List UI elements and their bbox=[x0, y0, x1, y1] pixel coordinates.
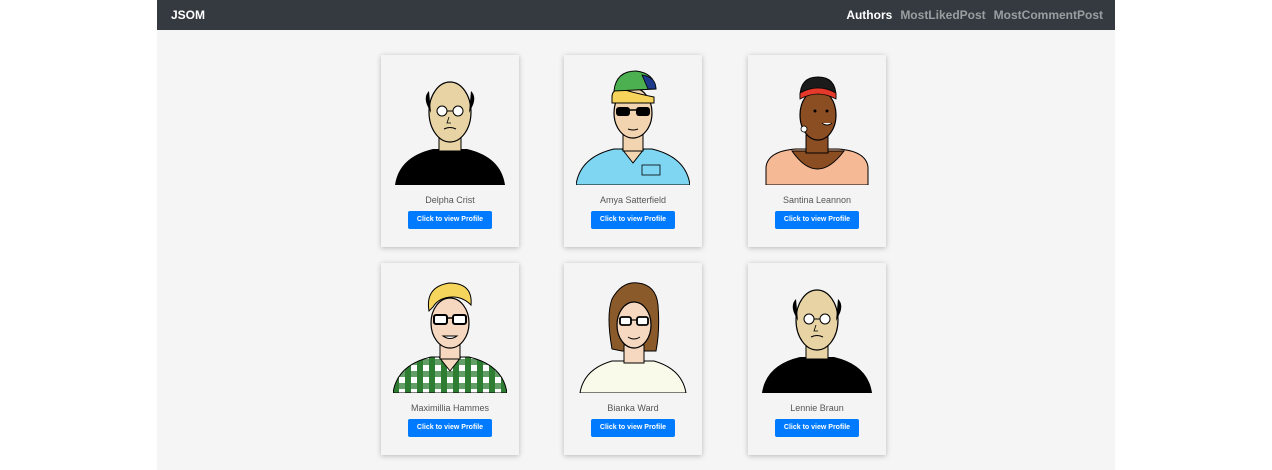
view-profile-button[interactable]: Click to view Profile bbox=[408, 211, 492, 229]
nav-link-most-liked-post[interactable]: MostLikedPost bbox=[900, 8, 985, 22]
app-container: JSOM Authors MostLikedPost MostCommentPo… bbox=[157, 0, 1115, 470]
author-card: Bianka Ward Click to view Profile bbox=[564, 263, 702, 455]
bald-man-glasses-black-turtleneck-icon bbox=[395, 81, 505, 185]
author-name: Delpha Crist bbox=[425, 195, 475, 205]
blond-man-glasses-green-plaid-icon bbox=[393, 282, 507, 393]
brand-logo[interactable]: JSOM bbox=[171, 8, 205, 22]
author-name: Maximillia Hammes bbox=[410, 403, 489, 413]
author-card: Lennie Braun Click to view Profile bbox=[748, 263, 886, 455]
author-avatar bbox=[393, 67, 507, 185]
author-card: Santina Leannon Click to view Profile bbox=[748, 55, 886, 247]
nav-link-most-comment-post[interactable]: MostCommentPost bbox=[994, 8, 1103, 22]
author-card: Maximillia Hammes Click to view Profile bbox=[381, 263, 519, 455]
view-profile-button[interactable]: Click to view Profile bbox=[775, 419, 859, 437]
view-profile-button[interactable]: Click to view Profile bbox=[775, 211, 859, 229]
author-card: Delpha Crist Click to view Profile bbox=[381, 55, 519, 247]
author-avatar bbox=[393, 275, 507, 393]
nav-links: Authors MostLikedPost MostCommentPost bbox=[846, 8, 1103, 22]
nav-link-authors[interactable]: Authors bbox=[846, 8, 892, 22]
view-profile-button[interactable]: Click to view Profile bbox=[591, 419, 675, 437]
author-name: Bianka Ward bbox=[607, 403, 659, 413]
author-avatar bbox=[760, 275, 874, 393]
author-name: Amya Satterfield bbox=[599, 195, 667, 205]
bald-man-glasses-black-turtleneck-icon bbox=[762, 289, 872, 393]
woman-red-headband-peach-top-icon bbox=[765, 76, 869, 185]
author-name: Santina Leannon bbox=[782, 195, 852, 205]
author-name: Lennie Braun bbox=[790, 403, 844, 413]
man-cap-sunglasses-blue-shirt-icon bbox=[576, 70, 690, 185]
author-avatar bbox=[576, 67, 690, 185]
view-profile-button[interactable]: Click to view Profile bbox=[591, 211, 675, 229]
view-profile-button[interactable]: Click to view Profile bbox=[408, 419, 492, 437]
brown-hair-woman-glasses-icon bbox=[579, 282, 687, 393]
author-avatar bbox=[760, 67, 874, 185]
navbar: JSOM Authors MostLikedPost MostCommentPo… bbox=[157, 0, 1115, 30]
author-card: Amya Satterfield Click to view Profile bbox=[564, 55, 702, 247]
author-avatar bbox=[576, 275, 690, 393]
